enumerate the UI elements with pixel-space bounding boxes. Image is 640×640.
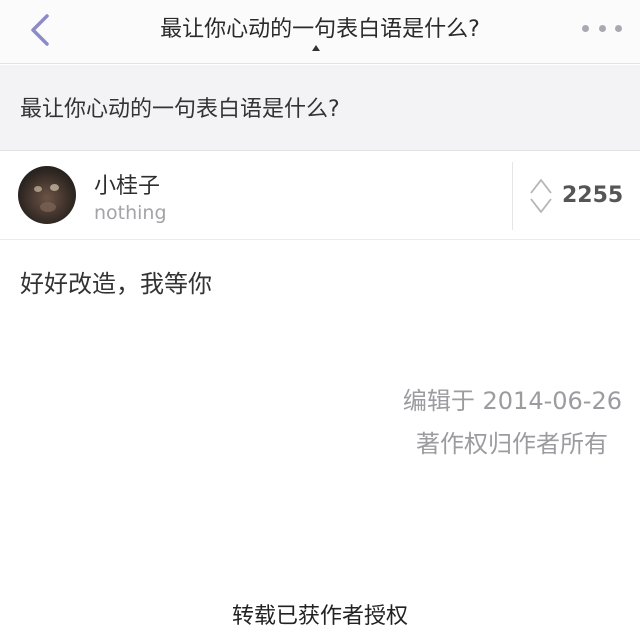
avatar-detail: [40, 202, 56, 212]
more-horizontal-icon: [582, 24, 589, 32]
more-button[interactable]: [582, 16, 622, 40]
navigation-bar: 最让你心动的一句表白语是什么?: [0, 0, 640, 64]
more-dot: [615, 24, 622, 32]
answer-page: 最让你心动的一句表白语是什么? 最让你心动的一句表白语是什么? 小桂子 noth…: [0, 0, 640, 640]
copyright-notice: 著作权归作者所有: [416, 430, 608, 458]
back-button[interactable]: [18, 8, 62, 52]
question-title[interactable]: 最让你心动的一句表白语是什么?: [20, 91, 340, 123]
divider: [512, 162, 513, 230]
answer-text: 好好改造，我等你: [20, 270, 212, 298]
edit-date: 编辑于 2014-06-26: [402, 387, 622, 415]
author-bio: nothing: [94, 202, 167, 224]
nav-title[interactable]: 最让你心动的一句表白语是什么?: [100, 11, 540, 43]
upvote-button[interactable]: 2255: [524, 174, 634, 218]
question-header[interactable]: 最让你心动的一句表白语是什么?: [0, 65, 640, 151]
avatar-detail: [34, 186, 42, 192]
more-dot: [598, 24, 606, 32]
avatar[interactable]: [18, 166, 76, 224]
vote-count: 2255: [562, 183, 624, 208]
author-name[interactable]: 小桂子: [94, 168, 160, 200]
repost-note: 转载已获作者授权: [231, 604, 408, 629]
caret-up-icon: [312, 45, 320, 51]
avatar-detail: [50, 184, 59, 191]
vote-arrows-icon: [530, 179, 552, 213]
author-row: 小桂子 nothing 2255: [0, 152, 640, 240]
chevron-left-icon: [31, 14, 49, 46]
